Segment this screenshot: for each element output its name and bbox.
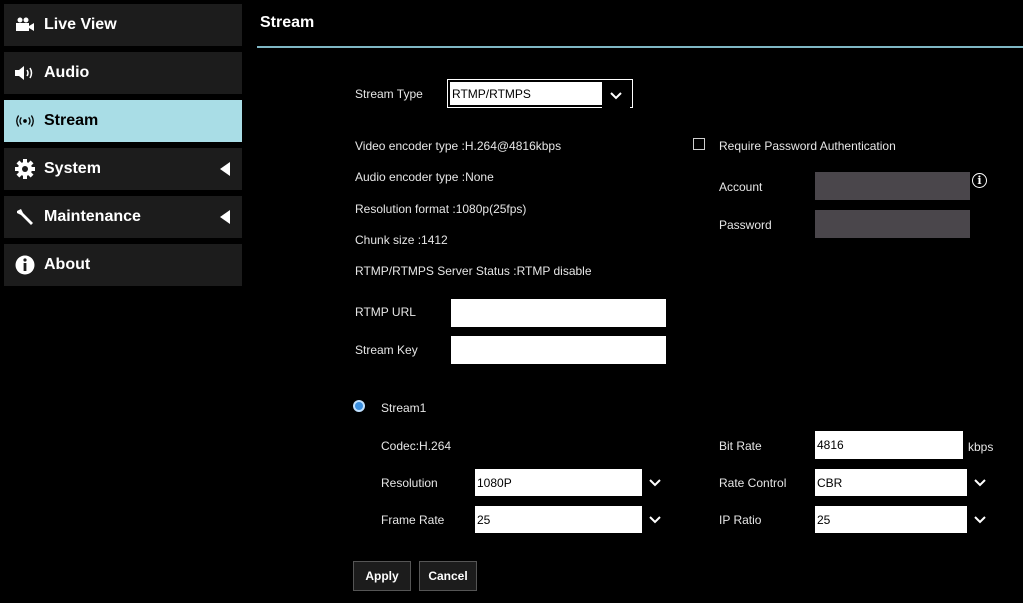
rate-control-value: CBR <box>817 475 843 490</box>
sidebar-item-label: System <box>44 160 101 177</box>
password-input[interactable] <box>815 210 970 238</box>
frame-rate-select[interactable]: 25 <box>475 506 668 533</box>
sidebar-item-label: Audio <box>44 64 90 81</box>
require-password-checkbox[interactable] <box>693 138 705 150</box>
account-label: Account <box>719 180 763 194</box>
require-password-label: Require Password Authentication <box>719 139 896 153</box>
broadcast-icon <box>14 114 36 128</box>
bit-rate-input[interactable] <box>815 431 963 459</box>
password-label: Password <box>719 218 772 232</box>
ip-ratio-label: IP Ratio <box>719 513 762 527</box>
info-icon <box>14 255 36 275</box>
sidebar-item-stream[interactable]: Stream <box>4 100 242 142</box>
stream-type-label: Stream Type <box>355 87 423 101</box>
bit-rate-unit: kbps <box>968 440 994 454</box>
rtmp-url-label: RTMP URL <box>355 305 416 319</box>
speaker-icon <box>14 65 36 81</box>
stream-type-select[interactable]: RTMP/RTMPS <box>447 79 633 109</box>
sidebar-item-label: About <box>44 256 91 273</box>
rate-control-select[interactable]: CBR <box>815 469 993 496</box>
stream-key-label: Stream Key <box>355 343 418 357</box>
audio-encoder-info: Audio encoder type :None <box>355 170 494 184</box>
resolution-format-info: Resolution format :1080p(25fps) <box>355 202 527 216</box>
chevron-down-icon <box>967 469 993 496</box>
title-divider <box>257 46 1023 48</box>
stream1-radio[interactable] <box>355 402 363 410</box>
stream-key-input[interactable] <box>451 336 666 364</box>
main-panel: Stream Stream Type RTMP/RTMPS Video enco… <box>242 0 1023 603</box>
rtmp-url-input[interactable] <box>451 299 666 327</box>
resolution-select[interactable]: 1080P <box>475 469 668 496</box>
expand-arrow-icon <box>220 210 230 224</box>
account-input[interactable] <box>815 172 970 200</box>
sidebar: Live View Audio Stream System Maintenanc… <box>0 0 242 603</box>
sidebar-item-maintenance[interactable]: Maintenance <box>4 196 242 238</box>
codec-info: Codec:H.264 <box>381 439 452 453</box>
page-title: Stream <box>260 14 315 31</box>
chevron-down-icon <box>967 506 993 533</box>
rate-control-label: Rate Control <box>719 476 787 490</box>
sidebar-item-audio[interactable]: Audio <box>4 52 242 94</box>
bit-rate-label: Bit Rate <box>719 439 762 453</box>
stream1-label: Stream1 <box>381 401 427 415</box>
server-status-info: RTMP/RTMPS Server Status :RTMP disable <box>355 264 592 278</box>
ip-ratio-value: 25 <box>817 512 831 527</box>
frame-rate-label: Frame Rate <box>381 513 445 527</box>
stream-type-value: RTMP/RTMPS <box>452 86 531 101</box>
frame-rate-value: 25 <box>477 512 491 527</box>
gear-icon <box>14 159 36 179</box>
sidebar-item-system[interactable]: System <box>4 148 242 190</box>
sidebar-item-about[interactable]: About <box>4 244 242 286</box>
ip-ratio-select[interactable]: 25 <box>815 506 993 533</box>
info-icon[interactable]: i <box>972 173 987 188</box>
apply-button[interactable]: Apply <box>353 561 411 591</box>
chunk-size-info: Chunk size :1412 <box>355 233 448 247</box>
chevron-down-icon <box>642 506 668 533</box>
sidebar-item-label: Stream <box>44 112 99 129</box>
sidebar-item-live-view[interactable]: Live View <box>4 4 242 46</box>
chevron-down-icon <box>602 82 630 109</box>
expand-arrow-icon <box>220 162 230 176</box>
resolution-label: Resolution <box>381 476 438 490</box>
resolution-value: 1080P <box>477 475 512 490</box>
wrench-icon <box>14 207 36 227</box>
sidebar-item-label: Live View <box>44 16 117 33</box>
video-camera-icon <box>14 17 36 33</box>
video-encoder-info: Video encoder type :H.264@4816kbps <box>355 139 562 153</box>
sidebar-item-label: Maintenance <box>44 208 141 225</box>
cancel-button[interactable]: Cancel <box>419 561 477 591</box>
chevron-down-icon <box>642 469 668 496</box>
